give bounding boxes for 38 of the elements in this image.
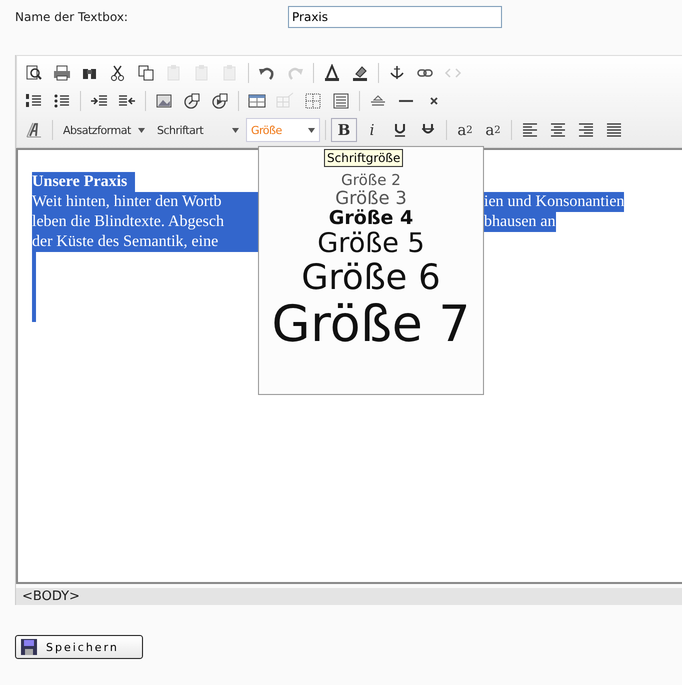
caret-icon xyxy=(308,128,315,132)
menu-item[interactable]: Größe 6 xyxy=(301,258,441,298)
name-input-field[interactable]: Praxis xyxy=(288,6,502,28)
dropdown[interactable]: Absatzformat xyxy=(58,118,150,142)
numbered-list-icon xyxy=(25,92,43,110)
copy-icon xyxy=(137,64,155,82)
save-button[interactable]: Speichern xyxy=(15,635,143,659)
format-button[interactable]: i xyxy=(359,118,385,142)
bullet-list-icon xyxy=(53,92,71,110)
caret-icon xyxy=(138,128,145,132)
menu-item[interactable]: Größe 5 xyxy=(317,229,425,259)
cell-borders-icon xyxy=(304,92,322,110)
horizontal-line-icon xyxy=(398,99,414,103)
image-icon xyxy=(155,92,173,110)
format-button[interactable]: a$^{2}$ xyxy=(452,118,478,142)
menu-item[interactable]: Größe 2 xyxy=(341,172,401,188)
status-bar: <BODY> xyxy=(16,588,682,605)
align-left-icon xyxy=(521,121,539,139)
caret-icon xyxy=(232,128,239,132)
printer-icon xyxy=(53,64,71,82)
align-right-icon xyxy=(577,121,595,139)
table-icon xyxy=(248,92,266,110)
anchor-icon xyxy=(388,64,406,82)
menu-item[interactable]: Größe 7 xyxy=(272,297,470,352)
preview-icon xyxy=(25,64,43,82)
text-color-icon xyxy=(323,64,341,82)
selected-heading: Unsere Praxis xyxy=(32,172,136,192)
clear-style-icon xyxy=(25,121,43,139)
field-label: Name der Textbox: xyxy=(15,10,129,24)
tooltip: Schriftgröße xyxy=(324,149,404,167)
selection-block xyxy=(32,252,36,322)
dropdown[interactable]: Schriftart xyxy=(152,118,244,142)
align-center-icon xyxy=(549,121,567,139)
scissors-icon xyxy=(109,64,127,82)
media-icon xyxy=(211,92,229,110)
justify-icon xyxy=(605,121,623,139)
table-properties-icon xyxy=(276,92,294,110)
format-button[interactable]: B xyxy=(331,118,357,142)
